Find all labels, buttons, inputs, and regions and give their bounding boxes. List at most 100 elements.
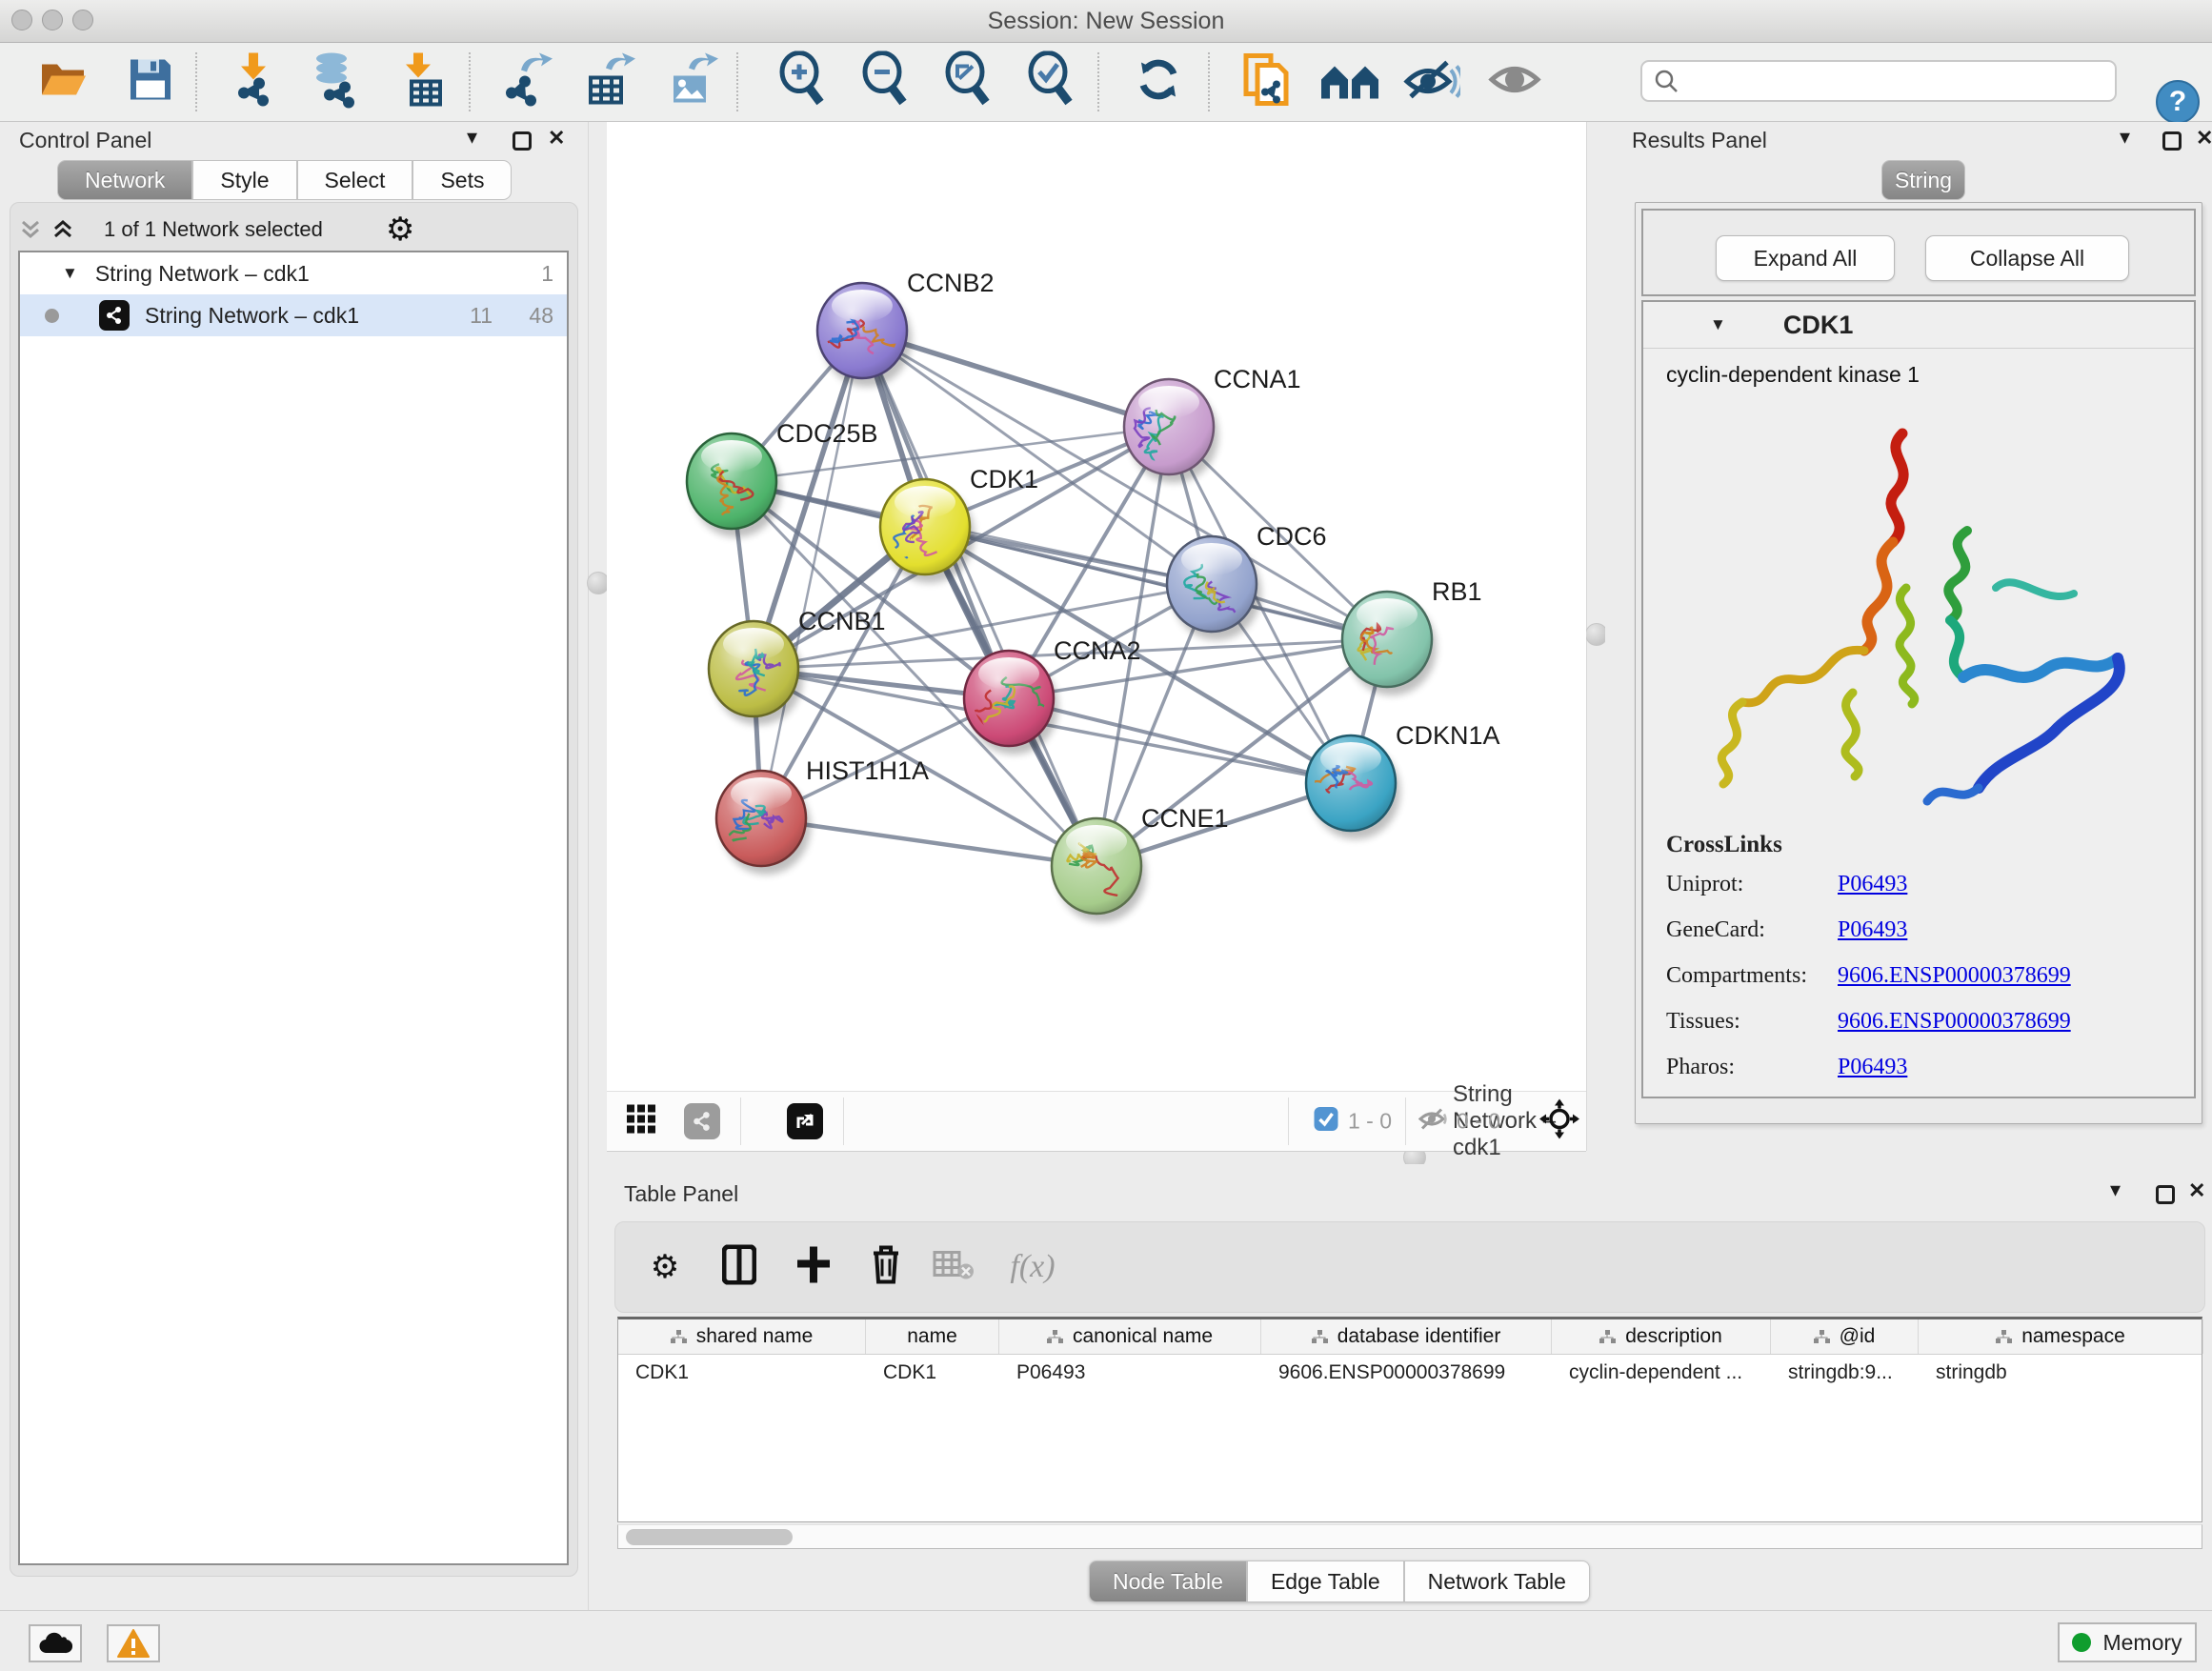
table-cell[interactable]: CDK1 bbox=[866, 1355, 999, 1391]
panel-float-icon[interactable] bbox=[513, 131, 532, 151]
function-builder-icon[interactable]: f(x) bbox=[1010, 1249, 1055, 1285]
column-header-database-identifier[interactable]: database identifier bbox=[1261, 1319, 1552, 1354]
network-node[interactable] bbox=[964, 651, 1058, 755]
table-options-gear-icon[interactable]: ⚙ bbox=[651, 1251, 679, 1283]
tab-style[interactable]: Style bbox=[192, 160, 296, 200]
table-cell[interactable]: P06493 bbox=[999, 1355, 1261, 1391]
help-button[interactable]: ? bbox=[2156, 80, 2200, 124]
network-node[interactable] bbox=[1167, 536, 1261, 640]
left-splitter[interactable] bbox=[588, 122, 609, 1610]
column-header-canonical-name[interactable]: canonical name bbox=[999, 1319, 1261, 1354]
birds-eye-view-icon[interactable] bbox=[627, 1105, 655, 1138]
add-column-icon[interactable] bbox=[795, 1245, 832, 1290]
collection-expand-icon[interactable]: ▼ bbox=[62, 264, 78, 283]
import-network-from-database-icon[interactable] bbox=[307, 51, 364, 113]
collapse-all-button[interactable]: Collapse All bbox=[1925, 235, 2129, 281]
tab-node-table[interactable]: Node Table bbox=[1089, 1560, 1247, 1602]
open-in-window-icon[interactable] bbox=[787, 1103, 823, 1139]
string-network-graph[interactable]: CCNB2CCNA1CDC25BCDK1CDC6RB1CCNB1CCNA2CDK… bbox=[607, 122, 1586, 1091]
scrollbar-thumb[interactable] bbox=[626, 1529, 793, 1545]
network-node[interactable] bbox=[687, 433, 781, 537]
panel-close-icon[interactable]: ✕ bbox=[2196, 126, 2212, 151]
crosslink-link[interactable]: P06493 bbox=[1838, 1055, 1907, 1080]
table-cell[interactable]: stringdb:9... bbox=[1771, 1355, 1919, 1391]
table-cell[interactable]: stringdb bbox=[1919, 1355, 2203, 1391]
import-table-icon[interactable] bbox=[398, 51, 446, 113]
table-cell[interactable]: 9606.ENSP00000378699 bbox=[1261, 1355, 1552, 1391]
network-options-gear-icon[interactable]: ⚙ bbox=[386, 213, 414, 246]
search-box[interactable] bbox=[1640, 60, 2117, 102]
table-cell[interactable]: CDK1 bbox=[618, 1355, 866, 1391]
column-header-name[interactable]: name bbox=[866, 1319, 999, 1354]
export-table-icon[interactable] bbox=[583, 51, 636, 113]
table-horizontal-scrollbar[interactable] bbox=[617, 1524, 2202, 1549]
search-input[interactable] bbox=[1688, 68, 2115, 94]
panel-menu-icon[interactable]: ▾ bbox=[2120, 125, 2130, 150]
network-node[interactable] bbox=[1306, 735, 1400, 839]
table-row[interactable]: CDK1CDK1P064939606.ENSP00000378699cyclin… bbox=[618, 1355, 2202, 1391]
show-eye-icon[interactable] bbox=[1486, 57, 1543, 108]
collapse-section-icon[interactable]: ▼ bbox=[1710, 315, 1726, 334]
crosslink-link[interactable]: 9606.ENSP00000378699 bbox=[1838, 963, 2071, 989]
cloud-button[interactable] bbox=[29, 1624, 82, 1662]
crosslink-link[interactable]: P06493 bbox=[1838, 917, 1907, 943]
column-header-namespace[interactable]: namespace bbox=[1919, 1319, 2203, 1354]
network-node[interactable] bbox=[1124, 379, 1218, 483]
delete-table-icon[interactable] bbox=[933, 1249, 975, 1286]
selected-checkbox-icon[interactable] bbox=[1314, 1106, 1339, 1137]
zoom-fit-icon[interactable] bbox=[942, 51, 995, 113]
zoom-out-icon[interactable] bbox=[859, 51, 913, 113]
tab-network[interactable]: Network bbox=[57, 160, 192, 200]
hidden-eye-icon[interactable] bbox=[1418, 1107, 1449, 1137]
save-session-icon[interactable] bbox=[127, 56, 174, 109]
network-node[interactable] bbox=[817, 283, 912, 387]
panel-close-icon[interactable]: ✕ bbox=[548, 126, 565, 151]
export-network-icon[interactable] bbox=[500, 51, 553, 113]
tab-network-table[interactable]: Network Table bbox=[1404, 1560, 1590, 1602]
network-view-canvas[interactable]: CCNB2CCNA1CDC25BCDK1CDC6RB1CCNB1CCNA2CDK… bbox=[607, 122, 1586, 1091]
network-node[interactable] bbox=[880, 479, 975, 583]
column-header--id[interactable]: @id bbox=[1771, 1319, 1919, 1354]
hide-eye-icon[interactable] bbox=[1403, 57, 1460, 108]
crosslink-link[interactable]: 9606.ENSP00000378699 bbox=[1838, 1009, 2071, 1035]
crosslink-link[interactable]: P06493 bbox=[1838, 872, 1907, 897]
network-collection-row[interactable]: ▼ String Network – cdk1 1 bbox=[20, 252, 567, 294]
tab-select[interactable]: Select bbox=[297, 160, 413, 200]
column-header-description[interactable]: description bbox=[1552, 1319, 1771, 1354]
tab-string[interactable]: String bbox=[1881, 160, 1965, 200]
panel-close-icon[interactable]: ✕ bbox=[2188, 1178, 2205, 1203]
gene-card-header[interactable]: ▼ CDK1 bbox=[1643, 302, 2194, 349]
network-edge[interactable] bbox=[761, 818, 1096, 866]
apply-layout-icon[interactable] bbox=[1132, 53, 1185, 111]
panel-menu-icon[interactable]: ▾ bbox=[2110, 1178, 2121, 1202]
memory-button[interactable]: Memory bbox=[2058, 1622, 2197, 1662]
copy-network-icon[interactable] bbox=[1240, 50, 1294, 114]
column-header-shared-name[interactable]: shared name bbox=[618, 1319, 866, 1354]
warning-button[interactable] bbox=[107, 1624, 160, 1662]
network-node[interactable] bbox=[1342, 592, 1437, 695]
zoom-in-icon[interactable] bbox=[776, 51, 830, 113]
delete-column-icon[interactable] bbox=[870, 1244, 902, 1291]
panel-menu-icon[interactable]: ▾ bbox=[467, 125, 477, 150]
network-share-icon[interactable] bbox=[684, 1103, 720, 1139]
panel-float-icon[interactable] bbox=[2156, 1185, 2175, 1204]
fit-content-icon[interactable] bbox=[1539, 1099, 1579, 1144]
open-session-icon[interactable] bbox=[38, 57, 91, 108]
network-node[interactable] bbox=[716, 771, 811, 875]
collapse-all-icon[interactable] bbox=[18, 217, 43, 242]
expand-all-button[interactable]: Expand All bbox=[1716, 235, 1895, 281]
houses-icon[interactable] bbox=[1319, 57, 1380, 108]
export-image-icon[interactable] bbox=[666, 51, 719, 113]
network-edge[interactable] bbox=[862, 331, 1096, 866]
import-network-icon[interactable] bbox=[230, 51, 281, 113]
network-edge[interactable] bbox=[761, 331, 862, 818]
zoom-selected-icon[interactable] bbox=[1025, 51, 1078, 113]
panel-float-icon[interactable] bbox=[2162, 131, 2182, 151]
tab-edge-table[interactable]: Edge Table bbox=[1247, 1560, 1404, 1602]
tab-sets[interactable]: Sets bbox=[412, 160, 512, 200]
network-node[interactable] bbox=[1052, 818, 1146, 922]
table-cell[interactable]: cyclin-dependent ... bbox=[1552, 1355, 1771, 1391]
expand-all-icon[interactable] bbox=[50, 217, 75, 242]
show-columns-icon[interactable] bbox=[722, 1245, 756, 1290]
network-row-selected[interactable]: String Network – cdk1 11 48 bbox=[20, 294, 567, 336]
